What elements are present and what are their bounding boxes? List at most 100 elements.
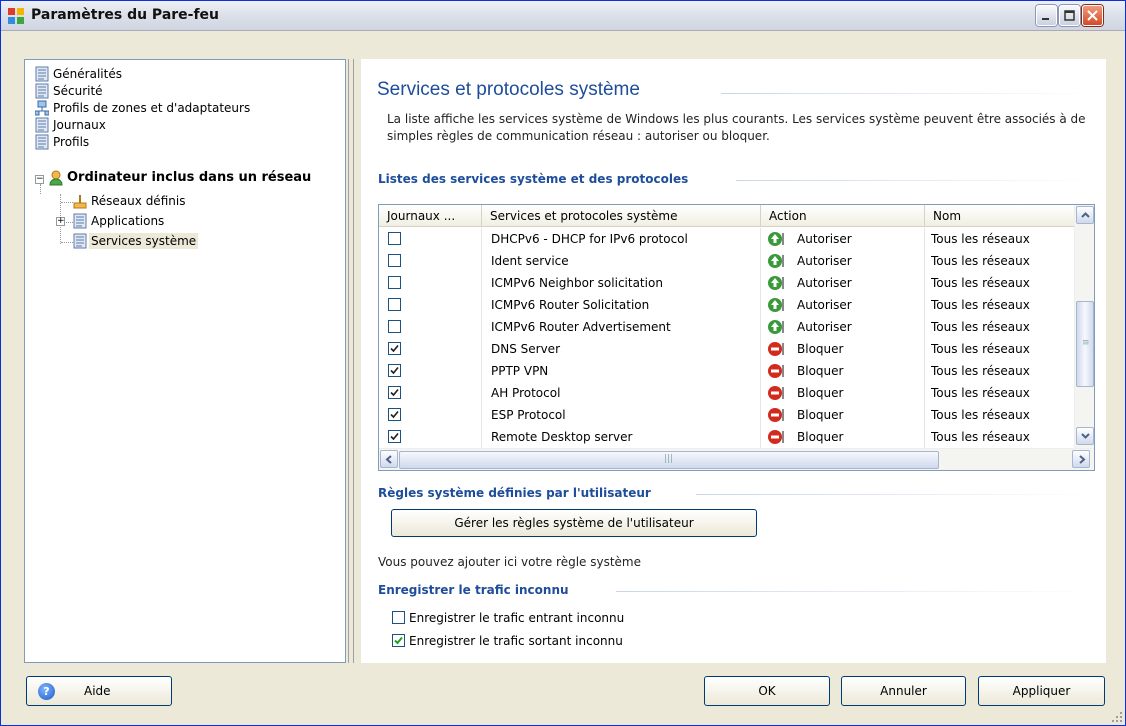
tree-item-label: Journaux bbox=[53, 118, 106, 132]
network-icon bbox=[73, 195, 87, 209]
table-row[interactable]: ICMPv6 Neighbor solicitation Autoriser Tou… bbox=[379, 272, 1074, 294]
chevron-right-icon bbox=[1079, 455, 1086, 464]
window-title: Paramètres du Pare-feu bbox=[31, 7, 220, 23]
log-checkbox[interactable] bbox=[388, 232, 401, 245]
column-header-logs[interactable]: Journaux ... bbox=[379, 205, 482, 227]
column-header-name[interactable]: Nom bbox=[925, 205, 1074, 227]
log-cell bbox=[379, 338, 482, 360]
action-cell[interactable]: Bloquer bbox=[761, 338, 925, 360]
checkbox-box[interactable] bbox=[392, 611, 405, 624]
log-cell bbox=[379, 250, 482, 272]
horizontal-scrollbar[interactable]: ||| bbox=[379, 448, 1094, 470]
service-cell: DHCPv6 - DHCP for IPv6 protocol bbox=[482, 228, 761, 250]
table-row[interactable]: Remote Desktop server Bloquer Tous les rés… bbox=[379, 426, 1074, 448]
action-cell[interactable]: Autoriser bbox=[761, 228, 925, 250]
apply-button[interactable]: Appliquer bbox=[978, 676, 1105, 706]
network-name-cell: Tous les réseaux bbox=[931, 342, 1030, 356]
log-checkbox[interactable] bbox=[388, 408, 401, 421]
tree-item-label: Ordinateur inclus dans un réseau bbox=[67, 170, 312, 185]
service-cell: Remote Desktop server bbox=[482, 426, 761, 448]
action-cell[interactable]: Bloquer bbox=[761, 404, 925, 426]
app-logo-icon bbox=[8, 8, 24, 24]
content-panel: Services et protocoles système La liste … bbox=[361, 59, 1106, 663]
checkbox-box[interactable] bbox=[392, 634, 405, 647]
action-label: Autoriser bbox=[797, 232, 852, 246]
action-cell[interactable]: Autoriser bbox=[761, 294, 925, 316]
network-name-cell: Tous les réseaux bbox=[931, 276, 1030, 290]
table-row[interactable]: Ident service Autoriser Tous les réseaux bbox=[379, 250, 1074, 272]
action-cell[interactable]: Bloquer bbox=[761, 382, 925, 404]
service-cell: Ident service bbox=[482, 250, 761, 272]
column-header-action[interactable]: Action bbox=[761, 205, 925, 227]
ok-button[interactable]: OK bbox=[704, 676, 830, 706]
scroll-right-button[interactable] bbox=[1072, 450, 1090, 468]
collapse-toggle[interactable]: − bbox=[35, 175, 44, 184]
tree-item-label: Services système bbox=[89, 233, 199, 249]
table-row[interactable]: ICMPv6 Router Advertisement Autoriser Tous… bbox=[379, 316, 1074, 338]
help-button[interactable]: ? Aide bbox=[26, 676, 172, 706]
chevron-left-icon bbox=[385, 455, 392, 464]
services-table[interactable]: Journaux ... Services et protocoles syst… bbox=[378, 204, 1095, 471]
check-icon bbox=[390, 388, 399, 397]
table-header: Journaux ... Services et protocoles syst… bbox=[379, 205, 1074, 227]
table-row[interactable]: DHCPv6 - DHCP for IPv6 protocol Autoriser… bbox=[379, 228, 1074, 250]
close-button[interactable] bbox=[1082, 5, 1103, 26]
table-row[interactable]: PPTP VPN Bloquer Tous les réseaux bbox=[379, 360, 1074, 382]
tree-item-label: Applications bbox=[91, 214, 165, 228]
table-row[interactable]: ESP Protocol Bloquer Tous les réseaux bbox=[379, 404, 1074, 426]
log-checkbox[interactable] bbox=[388, 254, 401, 267]
action-cell[interactable]: Bloquer bbox=[761, 360, 925, 382]
network-name-cell: Tous les réseaux bbox=[931, 364, 1030, 378]
log-checkbox[interactable] bbox=[388, 364, 401, 377]
action-label: Bloquer bbox=[797, 364, 844, 378]
action-cell[interactable]: Autoriser bbox=[761, 316, 925, 338]
checkbox-label: Enregistrer le trafic sortant inconnu bbox=[409, 634, 623, 648]
minimize-button[interactable] bbox=[1036, 5, 1057, 26]
close-icon bbox=[1087, 10, 1098, 21]
log-cell bbox=[379, 272, 482, 294]
action-cell[interactable]: Autoriser bbox=[761, 250, 925, 272]
log-checkbox[interactable] bbox=[388, 430, 401, 443]
log-checkbox[interactable] bbox=[388, 320, 401, 333]
tree-item-label: Réseaux définis bbox=[91, 194, 186, 208]
service-cell: PPTP VPN bbox=[482, 360, 761, 382]
action-cell[interactable]: Bloquer bbox=[761, 426, 925, 448]
log-checkbox[interactable] bbox=[388, 276, 401, 289]
panel-splitter[interactable] bbox=[348, 59, 354, 663]
action-cell[interactable]: Autoriser bbox=[761, 272, 925, 294]
vertical-scrollbar[interactable]: ≡ bbox=[1074, 205, 1094, 448]
network-name-cell: Tous les réseaux bbox=[931, 386, 1030, 400]
service-cell: DNS Server bbox=[482, 338, 761, 360]
action-label: Bloquer bbox=[797, 408, 844, 422]
log-checkbox[interactable] bbox=[388, 298, 401, 311]
table-row[interactable]: DNS Server Bloquer Tous les réseaux bbox=[379, 338, 1074, 360]
table-row[interactable]: ICMPv6 Router Solicitation Autoriser Tous … bbox=[379, 294, 1074, 316]
log-checkbox[interactable] bbox=[388, 386, 401, 399]
service-cell: ICMPv6 Neighbor solicitation bbox=[482, 272, 761, 294]
manage-user-rules-button[interactable]: Gérer les règles système de l'utilisateu… bbox=[391, 509, 757, 537]
document-icon bbox=[35, 134, 49, 150]
cancel-button[interactable]: Annuler bbox=[841, 676, 966, 706]
firewall-settings-window: Paramètres du Pare-feu Généralités Sécur… bbox=[0, 0, 1126, 726]
log-cell bbox=[379, 404, 482, 426]
resize-grip-icon[interactable] bbox=[1111, 711, 1123, 723]
horizontal-scroll-thumb[interactable]: ||| bbox=[399, 451, 939, 469]
minimize-icon bbox=[1042, 18, 1049, 20]
tree-item-label: Sécurité bbox=[53, 84, 103, 98]
expand-toggle[interactable]: + bbox=[56, 217, 65, 226]
scroll-left-button[interactable] bbox=[380, 450, 398, 468]
action-label: Autoriser bbox=[797, 320, 852, 334]
log-cell bbox=[379, 426, 482, 448]
vertical-scroll-thumb[interactable]: ≡ bbox=[1076, 301, 1094, 387]
maximize-button[interactable] bbox=[1059, 5, 1080, 26]
log-checkbox[interactable] bbox=[388, 342, 401, 355]
table-row[interactable]: AH Protocol Bloquer Tous les réseaux bbox=[379, 382, 1074, 404]
section-divider bbox=[696, 494, 1096, 495]
column-header-service[interactable]: Services et protocoles système bbox=[482, 205, 761, 227]
scroll-up-button[interactable] bbox=[1076, 206, 1094, 224]
scroll-down-button[interactable] bbox=[1076, 427, 1094, 445]
log-cell bbox=[379, 294, 482, 316]
title-bar[interactable]: Paramètres du Pare-feu bbox=[1, 1, 1125, 31]
maximize-icon bbox=[1064, 10, 1075, 21]
network-name-cell: Tous les réseaux bbox=[931, 430, 1030, 444]
